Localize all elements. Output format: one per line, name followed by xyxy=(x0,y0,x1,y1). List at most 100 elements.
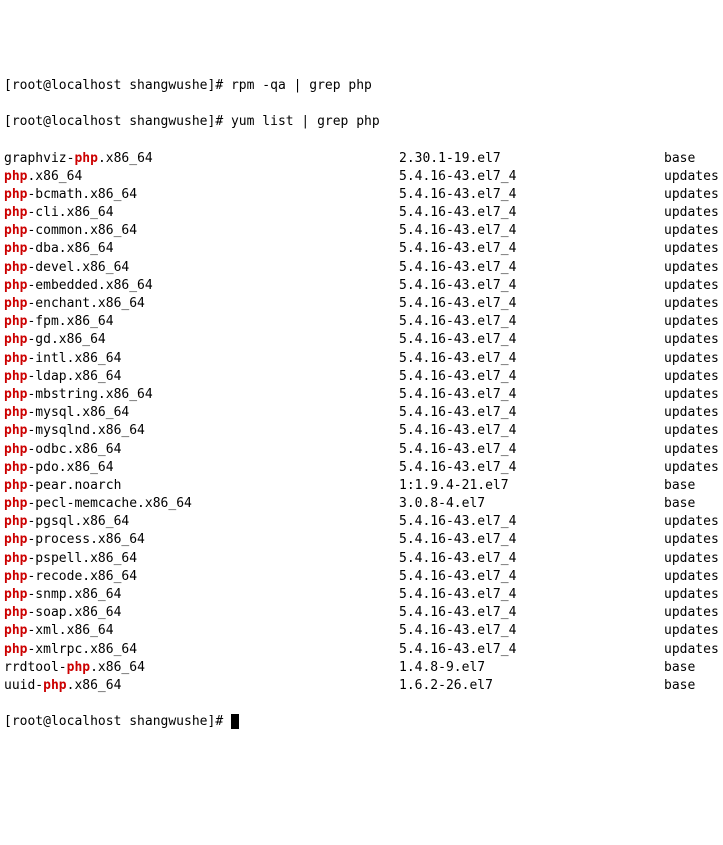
package-name: graphviz-php.x86_64 xyxy=(4,150,399,168)
package-row: php-bcmath.x86_645.4.16-43.el7_4updates xyxy=(4,186,723,204)
package-repo: updates xyxy=(664,404,723,422)
package-version: 5.4.16-43.el7_4 xyxy=(399,404,664,422)
grep-match: php xyxy=(4,223,27,238)
package-repo: updates xyxy=(664,622,723,640)
package-version: 5.4.16-43.el7_4 xyxy=(399,186,664,204)
package-repo: base xyxy=(664,150,723,168)
package-name: php-pspell.x86_64 xyxy=(4,550,399,568)
package-row: php-gd.x86_645.4.16-43.el7_4updates xyxy=(4,331,723,349)
package-version: 1.6.2-26.el7 xyxy=(399,677,664,695)
grep-match: php xyxy=(4,241,27,256)
package-repo: updates xyxy=(664,186,723,204)
grep-match: php xyxy=(4,551,27,566)
package-name: php-pecl-memcache.x86_64 xyxy=(4,495,399,513)
prompt: [root@localhost shangwushe]# xyxy=(4,714,223,729)
grep-match: php xyxy=(43,678,66,693)
command-line-1: [root@localhost shangwushe]# rpm -qa | g… xyxy=(4,77,723,95)
command-1: rpm -qa | grep php xyxy=(231,78,372,93)
package-row: php-pspell.x86_645.4.16-43.el7_4updates xyxy=(4,550,723,568)
package-name: php-dba.x86_64 xyxy=(4,240,399,258)
package-repo: updates xyxy=(664,568,723,586)
package-name: php-common.x86_64 xyxy=(4,222,399,240)
package-repo: base xyxy=(664,677,723,695)
package-row: php-fpm.x86_645.4.16-43.el7_4updates xyxy=(4,313,723,331)
package-name: php-mbstring.x86_64 xyxy=(4,386,399,404)
package-row: php-pecl-memcache.x86_643.0.8-4.el7base xyxy=(4,495,723,513)
package-name: php-fpm.x86_64 xyxy=(4,313,399,331)
package-name: php-process.x86_64 xyxy=(4,531,399,549)
grep-match: php xyxy=(4,642,27,657)
package-repo: updates xyxy=(664,531,723,549)
package-name: php-soap.x86_64 xyxy=(4,604,399,622)
grep-match: php xyxy=(4,351,27,366)
package-row: php-ldap.x86_645.4.16-43.el7_4updates xyxy=(4,368,723,386)
package-repo: updates xyxy=(664,168,723,186)
package-row: php-xml.x86_645.4.16-43.el7_4updates xyxy=(4,622,723,640)
package-row: php-devel.x86_645.4.16-43.el7_4updates xyxy=(4,259,723,277)
package-version: 5.4.16-43.el7_4 xyxy=(399,586,664,604)
package-version: 2.30.1-19.el7 xyxy=(399,150,664,168)
package-row: php-dba.x86_645.4.16-43.el7_4updates xyxy=(4,240,723,258)
package-name: php.x86_64 xyxy=(4,168,399,186)
package-list: graphviz-php.x86_642.30.1-19.el7basephp.… xyxy=(4,150,723,696)
package-row: php-mysql.x86_645.4.16-43.el7_4updates xyxy=(4,404,723,422)
package-version: 5.4.16-43.el7_4 xyxy=(399,204,664,222)
package-repo: updates xyxy=(664,441,723,459)
cursor-icon xyxy=(231,714,239,729)
package-name: php-xml.x86_64 xyxy=(4,622,399,640)
package-repo: updates xyxy=(664,331,723,349)
package-version: 5.4.16-43.el7_4 xyxy=(399,441,664,459)
package-version: 5.4.16-43.el7_4 xyxy=(399,550,664,568)
package-name: php-intl.x86_64 xyxy=(4,350,399,368)
grep-match: php xyxy=(4,387,27,402)
package-version: 1.4.8-9.el7 xyxy=(399,659,664,677)
command-line-2: [root@localhost shangwushe]# yum list | … xyxy=(4,113,723,131)
package-row: php-snmp.x86_645.4.16-43.el7_4updates xyxy=(4,586,723,604)
prompt: [root@localhost shangwushe]# xyxy=(4,78,223,93)
grep-match: php xyxy=(4,205,27,220)
grep-match: php xyxy=(4,405,27,420)
package-version: 5.4.16-43.el7_4 xyxy=(399,422,664,440)
grep-match: php xyxy=(4,332,27,347)
package-row: php-mysqlnd.x86_645.4.16-43.el7_4updates xyxy=(4,422,723,440)
package-repo: updates xyxy=(664,313,723,331)
package-version: 5.4.16-43.el7_4 xyxy=(399,513,664,531)
terminal[interactable]: [root@localhost shangwushe]# rpm -qa | g… xyxy=(4,59,723,750)
package-name: php-gd.x86_64 xyxy=(4,331,399,349)
package-name: php-xmlrpc.x86_64 xyxy=(4,641,399,659)
package-name: rrdtool-php.x86_64 xyxy=(4,659,399,677)
package-repo: updates xyxy=(664,641,723,659)
command-line-3: [root@localhost shangwushe]# xyxy=(4,713,723,731)
grep-match: php xyxy=(67,660,90,675)
package-name: php-pgsql.x86_64 xyxy=(4,513,399,531)
prompt: [root@localhost shangwushe]# xyxy=(4,114,223,129)
package-version: 5.4.16-43.el7_4 xyxy=(399,531,664,549)
package-row: php-odbc.x86_645.4.16-43.el7_4updates xyxy=(4,441,723,459)
package-repo: updates xyxy=(664,604,723,622)
package-version: 5.4.16-43.el7_4 xyxy=(399,604,664,622)
package-repo: updates xyxy=(664,259,723,277)
package-name: php-recode.x86_64 xyxy=(4,568,399,586)
package-version: 5.4.16-43.el7_4 xyxy=(399,331,664,349)
grep-match: php xyxy=(4,187,27,202)
grep-match: php xyxy=(4,314,27,329)
package-row: php-pear.noarch1:1.9.4-21.el7base xyxy=(4,477,723,495)
package-name: php-ldap.x86_64 xyxy=(4,368,399,386)
package-repo: updates xyxy=(664,386,723,404)
package-version: 5.4.16-43.el7_4 xyxy=(399,168,664,186)
package-name: php-snmp.x86_64 xyxy=(4,586,399,604)
package-row: php-process.x86_645.4.16-43.el7_4updates xyxy=(4,531,723,549)
grep-match: php xyxy=(4,296,27,311)
package-version: 5.4.16-43.el7_4 xyxy=(399,350,664,368)
grep-match: php xyxy=(4,605,27,620)
package-name: php-cli.x86_64 xyxy=(4,204,399,222)
package-name: php-embedded.x86_64 xyxy=(4,277,399,295)
package-version: 5.4.16-43.el7_4 xyxy=(399,240,664,258)
package-version: 5.4.16-43.el7_4 xyxy=(399,459,664,477)
package-row: php-common.x86_645.4.16-43.el7_4updates xyxy=(4,222,723,240)
grep-match: php xyxy=(4,260,27,275)
package-row: uuid-php.x86_641.6.2-26.el7base xyxy=(4,677,723,695)
package-name: php-bcmath.x86_64 xyxy=(4,186,399,204)
package-version: 5.4.16-43.el7_4 xyxy=(399,568,664,586)
package-repo: updates xyxy=(664,459,723,477)
